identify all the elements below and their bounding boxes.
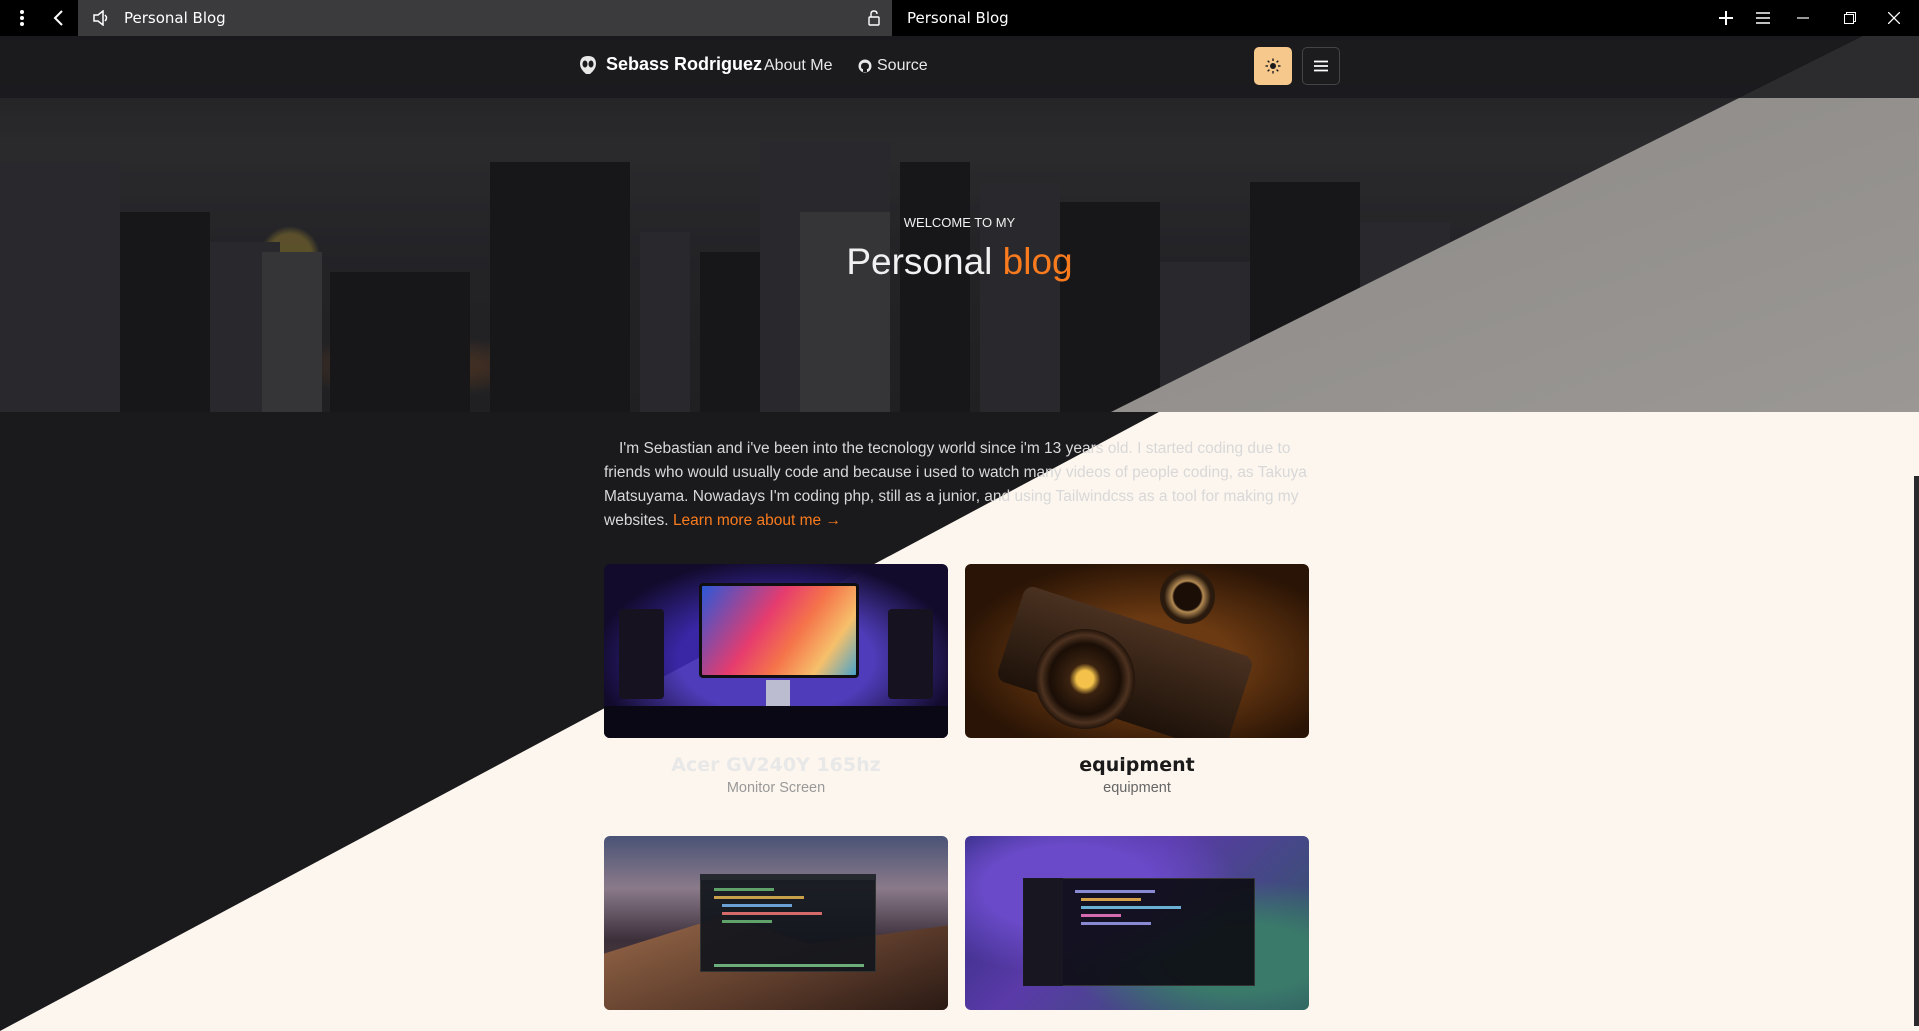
tab-personal-blog-inactive[interactable]: Personal Blog [893, 0, 1193, 36]
page-viewport: Sebass Rodriguez About Me Source WELCOME… [0, 36, 1919, 1031]
alien-logo-icon [578, 55, 598, 75]
speaker-icon[interactable] [92, 10, 110, 26]
github-icon [858, 59, 872, 73]
inactive-tab-title: Personal Blog [907, 9, 1009, 27]
card-subtitle: equipment [1103, 780, 1171, 796]
page-scrollbar[interactable] [1914, 476, 1919, 1026]
post-card[interactable] [965, 836, 1309, 1010]
card-image-desktop-abstract[interactable] [965, 836, 1309, 1010]
card-subtitle: Monitor Screen [726, 780, 826, 796]
browser-menu-icon[interactable] [6, 0, 38, 36]
card-image-monitor[interactable] [604, 564, 948, 738]
site-navbar: Sebass Rodriguez About Me Source [0, 36, 1919, 98]
nav-source-label: Source [877, 57, 928, 74]
unlock-icon[interactable] [868, 10, 880, 26]
card-image-camera[interactable] [965, 564, 1309, 738]
post-card[interactable] [604, 836, 948, 1010]
card-image-desktop-dunes[interactable] [604, 836, 948, 1010]
hero-title: Personal blog [0, 241, 1919, 283]
nav-about-link[interactable]: About Me [764, 57, 832, 75]
tab-personal-blog-active[interactable]: Personal Blog [78, 0, 892, 36]
restore-icon[interactable] [1838, 0, 1862, 36]
brand-link[interactable]: Sebass Rodriguez [578, 54, 762, 75]
site-menu-button[interactable] [1302, 47, 1340, 85]
close-icon[interactable] [1882, 0, 1906, 36]
back-arrow-icon[interactable] [42, 0, 74, 36]
active-tab-title: Personal Blog [124, 9, 226, 27]
brand-name: Sebass Rodriguez [606, 54, 763, 74]
post-card[interactable]: equipment equipment [965, 564, 1309, 796]
nav-source-link[interactable]: Source [858, 57, 928, 75]
card-title[interactable]: equipment [965, 754, 1309, 776]
theme-toggle-button[interactable] [1254, 47, 1292, 85]
card-title[interactable]: Acer GV240Y 165hz [604, 754, 948, 776]
learn-more-link[interactable]: Learn more about me → [673, 512, 841, 529]
new-tab-plus-icon[interactable] [1714, 0, 1738, 36]
browser-chrome: Personal Blog Personal Blog [0, 0, 1919, 36]
sun-icon [1265, 58, 1281, 74]
hero-title-accent: blog [1002, 241, 1073, 282]
hamburger-icon [1314, 60, 1328, 72]
intro-paragraph: I'm Sebastian and i've been into the tec… [604, 437, 1310, 533]
hero-title-main: Personal [846, 241, 993, 282]
hamburger-menu-icon[interactable] [1751, 0, 1775, 36]
post-card[interactable]: Acer GV240Y 165hz Monitor Screen [604, 564, 948, 796]
minimize-icon[interactable] [1791, 0, 1815, 36]
hero-eyebrow: WELCOME TO MY [903, 215, 1016, 230]
